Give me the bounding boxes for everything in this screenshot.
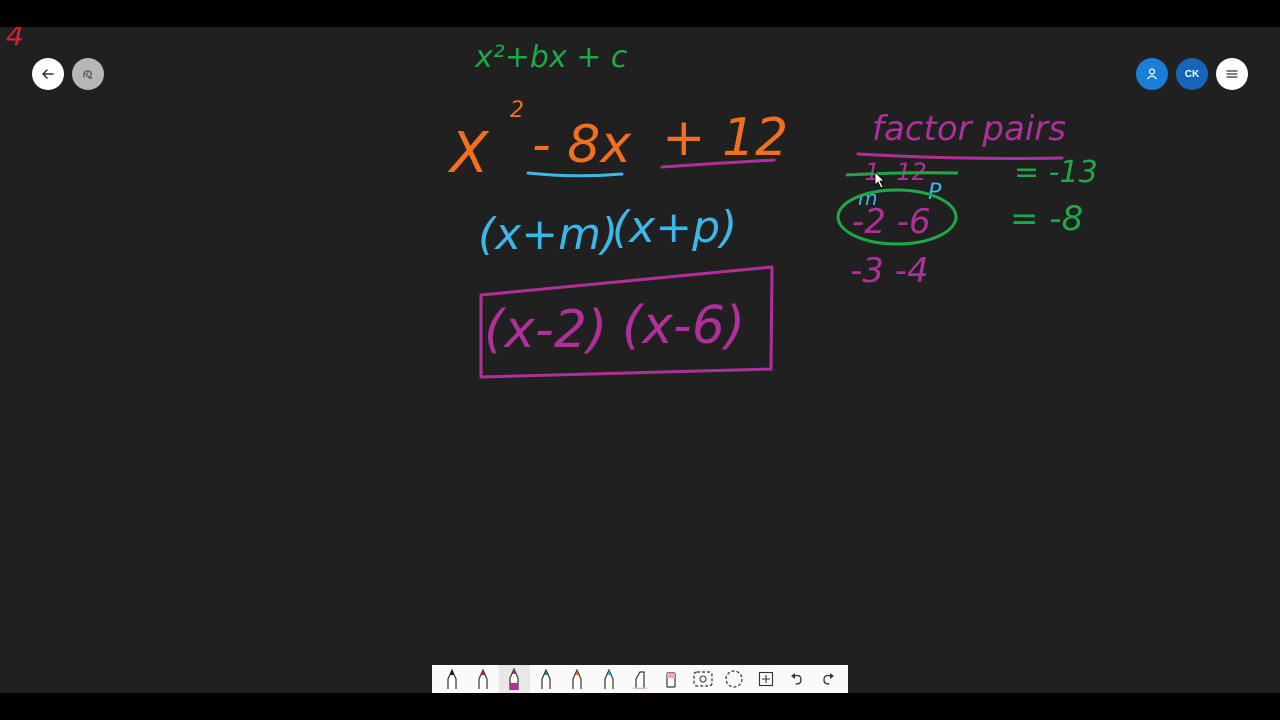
page-number: 4 <box>6 27 24 52</box>
drawing-toolbar <box>432 665 848 693</box>
factor-pair-1-sum: = -13 <box>1014 155 1098 190</box>
pen-magenta-icon[interactable] <box>498 665 531 693</box>
answer-right: (x-6) <box>622 296 745 356</box>
answer-left: (x-2) <box>484 300 607 360</box>
pen-black-icon[interactable] <box>436 665 467 693</box>
pen-red-icon[interactable] <box>467 665 498 693</box>
general-form-text: x²+bx + c <box>474 40 628 75</box>
person-icon <box>1146 68 1158 80</box>
undo-icon[interactable] <box>781 665 812 693</box>
expression-b-term: - 8x <box>532 115 632 175</box>
factored-template-right: (x+p) <box>612 202 737 253</box>
share-button[interactable] <box>1136 58 1168 90</box>
hamburger-menu-icon <box>1226 70 1238 78</box>
whiteboard-canvas[interactable]: 4 x²+bx + c X 2 - 8x + 12 (x+m) (x+p) (x… <box>0 27 1280 693</box>
arrow-left-icon <box>42 69 54 79</box>
back-button[interactable] <box>32 58 64 90</box>
factor-pair-2-sum: = -8 <box>1010 199 1083 239</box>
menu-button[interactable] <box>1216 58 1248 90</box>
pen-teal-icon[interactable] <box>530 665 561 693</box>
factored-template-left: (x+m) <box>478 209 618 260</box>
eraser-icon[interactable] <box>656 665 687 693</box>
factor-pair-2: -2 -6 <box>852 202 931 242</box>
ink-swirl-icon <box>83 70 93 79</box>
user-avatar-button[interactable]: CK <box>1176 58 1208 90</box>
expression-x: X <box>447 121 490 186</box>
circle-select-icon[interactable] <box>719 665 750 693</box>
ink-effects-button[interactable] <box>72 58 104 90</box>
pen-blue-icon[interactable] <box>593 665 624 693</box>
general-form: x²+bx + c <box>474 40 628 75</box>
user-initials: CK <box>1184 68 1200 80</box>
highlighter-icon[interactable] <box>624 665 655 693</box>
factor-pair-3: -3 -4 <box>850 251 929 291</box>
redo-icon[interactable] <box>813 665 844 693</box>
lasso-select-icon[interactable] <box>687 665 718 693</box>
add-space-icon[interactable] <box>750 665 781 693</box>
expression-exponent: 2 <box>510 98 524 123</box>
pen-orange-icon[interactable] <box>562 665 593 693</box>
factor-pairs-title: factor pairs <box>872 109 1066 149</box>
